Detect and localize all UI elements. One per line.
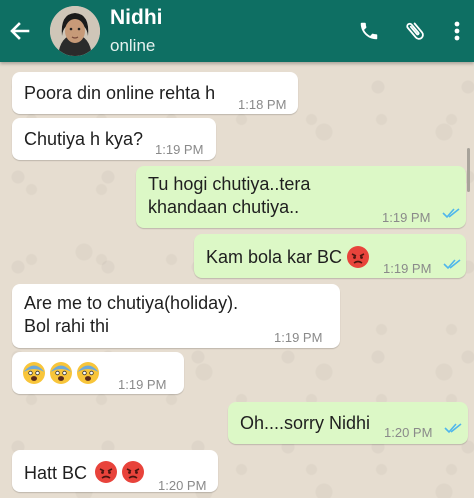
incoming-message[interactable]: Chutiya h kya? 1:19 PM [12,118,216,160]
read-ticks-icon [443,259,461,270]
message-text: Chutiya h kya? [24,129,144,149]
message-time: 1:20 PM [158,478,207,493]
message-time: 1:19 PM [382,210,431,225]
outgoing-message[interactable]: Oh....sorry Nidhi 1:20 PM [228,402,468,444]
message-text: Kam bola kar BC [206,247,343,267]
phone-icon[interactable] [356,18,382,44]
message-time: 1:19 PM [383,261,432,276]
message-time: 1:20 PM [384,425,433,440]
fearful-face-icon [23,362,45,384]
paperclip-icon[interactable] [402,18,428,44]
fearful-face-icon [50,362,72,384]
read-ticks-icon [444,423,462,434]
chat-header: Nidhi online [0,0,474,62]
emoji-group [94,460,145,484]
outgoing-message[interactable]: Tu hogi chutiya..tera khandaan chutiya..… [136,166,466,228]
message-time: 1:19 PM [155,142,204,157]
message-text-line: Tu hogi chutiya..tera [148,174,311,194]
incoming-message[interactable]: Hatt BC 1:20 PM [12,450,218,493]
incoming-message[interactable]: Poora din online rehta h 1:18 PM [12,72,298,114]
fearful-face-icon [77,362,99,384]
message-text-line: Bol rahi thi [24,316,110,336]
incoming-message[interactable]: 1:19 PM [12,352,184,394]
angry-face-icon [95,461,117,483]
angry-face-icon [346,245,370,269]
scrollbar[interactable] [467,148,470,192]
message-text: Poora din online rehta h [24,83,216,103]
emoji-group [22,361,100,385]
back-arrow-icon[interactable] [6,18,32,44]
more-vert-icon[interactable] [444,18,470,44]
avatar[interactable] [50,6,100,56]
message-time: 1:19 PM [118,377,167,392]
message-text-line: Are me to chutiya(holiday). [24,293,239,313]
message-time: 1:18 PM [238,97,287,112]
read-ticks-icon [442,208,460,219]
message-text: Hatt BC [24,463,88,483]
outgoing-message[interactable]: Kam bola kar BC 1:19 PM [194,234,466,278]
contact-status: online [110,36,156,55]
message-text: Oh....sorry Nidhi [240,413,371,433]
angry-face-icon [122,461,144,483]
contact-name[interactable]: Nidhi [110,6,163,30]
message-text-line: khandaan chutiya.. [148,197,300,217]
message-time: 1:19 PM [274,330,323,345]
incoming-message[interactable]: Are me to chutiya(holiday). Bol rahi thi… [12,284,340,348]
